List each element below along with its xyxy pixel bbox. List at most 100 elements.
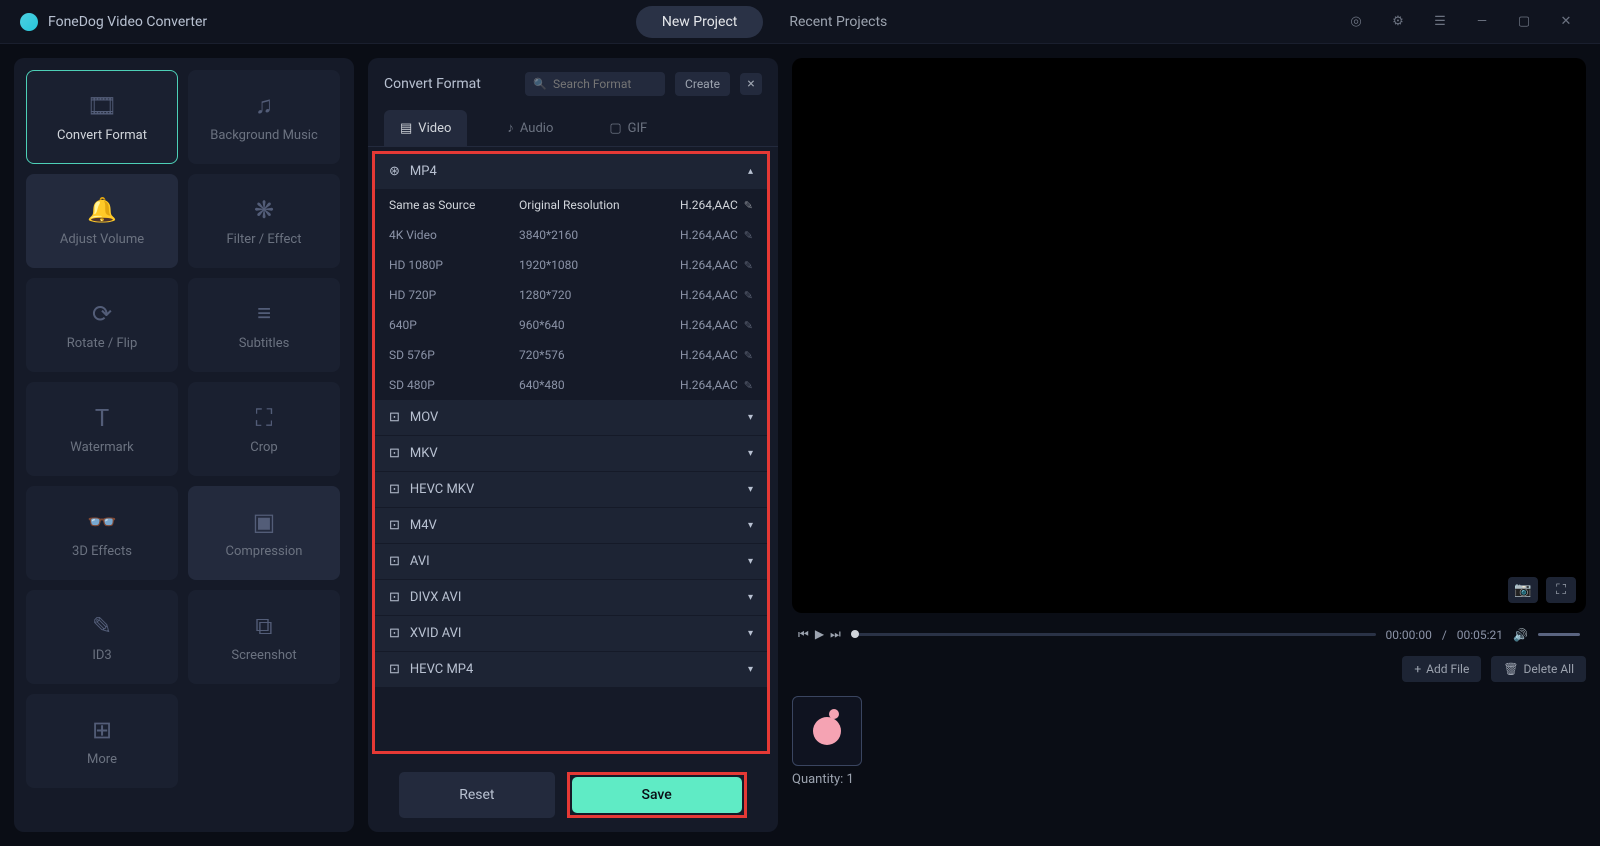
film-icon: ⊡: [389, 446, 400, 461]
tool-label: Watermark: [70, 440, 133, 455]
file-thumbnail[interactable]: [792, 696, 862, 766]
tool-label: Convert Format: [57, 128, 147, 143]
edit-icon[interactable]: ✎: [744, 229, 753, 242]
queue-area: Quantity: 1: [792, 692, 1586, 832]
format-group[interactable]: ⊡DIVX AVI▾: [375, 580, 767, 616]
menu-icon[interactable]: ☰: [1426, 12, 1454, 32]
snapshot-button[interactable]: 📷: [1508, 577, 1538, 603]
3d-icon: 👓: [84, 508, 120, 536]
tool-adjust-volume[interactable]: 🔔Adjust Volume: [26, 174, 178, 268]
delete-all-button[interactable]: 🗑Delete All: [1491, 656, 1586, 682]
edit-icon[interactable]: ✎: [744, 349, 753, 362]
group-label: AVI: [410, 554, 430, 569]
plus-icon: +: [1414, 662, 1421, 676]
edit-icon[interactable]: ✎: [744, 379, 753, 392]
format-panel: Convert Format Create × ▤Video ♪Audio ▢G…: [368, 58, 778, 832]
reset-button[interactable]: Reset: [399, 772, 554, 818]
preset-row[interactable]: 640P960*640H.264,AAC✎: [375, 310, 767, 340]
format-group[interactable]: ⊡MKV▾: [375, 436, 767, 472]
create-button[interactable]: Create: [675, 72, 730, 96]
search-format-input[interactable]: [525, 72, 665, 96]
format-tab-audio[interactable]: ♪Audio: [491, 110, 569, 146]
preset-codec: H.264,AAC✎: [669, 348, 753, 362]
close-panel-button[interactable]: ×: [740, 73, 762, 95]
preset-resolution: 960*640: [519, 318, 669, 332]
film-icon: ⊡: [389, 518, 400, 533]
volume-slider[interactable]: [1538, 633, 1580, 636]
preset-codec: H.264,AAC✎: [669, 318, 753, 332]
btn-label: Add File: [1426, 662, 1469, 676]
settings-icon[interactable]: ⚙: [1384, 12, 1412, 32]
edit-icon[interactable]: ✎: [744, 259, 753, 272]
format-group[interactable]: ⊡M4V▾: [375, 508, 767, 544]
preset-name: Same as Source: [389, 198, 519, 212]
preset-codec: H.264,AAC✎: [669, 258, 753, 272]
mute-button[interactable]: 🔊: [1513, 628, 1528, 642]
maximize-button[interactable]: ▢: [1510, 12, 1538, 32]
chevron-up-icon: ▴: [748, 166, 753, 177]
format-group[interactable]: ⊡MOV▾: [375, 400, 767, 436]
progress-bar[interactable]: [851, 633, 1376, 636]
tool-more[interactable]: ⊞More: [26, 694, 178, 788]
tool-3d-effects[interactable]: 👓3D Effects: [26, 486, 178, 580]
group-label: MKV: [410, 446, 438, 461]
edit-icon[interactable]: ✎: [744, 199, 753, 212]
format-group[interactable]: ⊡XVID AVI▾: [375, 616, 767, 652]
video-preview[interactable]: 📷 ⛶: [792, 58, 1586, 613]
format-tab-gif[interactable]: ▢GIF: [593, 110, 663, 146]
tool-background-music[interactable]: ♫Background Music: [188, 70, 340, 164]
save-highlight: Save: [567, 772, 747, 818]
gif-icon: ▢: [609, 121, 621, 136]
format-group-mp4[interactable]: ⊛MP4▴: [375, 154, 767, 190]
chevron-down-icon: ▾: [748, 664, 753, 675]
tab-new-project[interactable]: New Project: [636, 6, 764, 38]
time-total: 00:05:21: [1457, 628, 1503, 642]
preset-name: SD 576P: [389, 348, 519, 362]
minimize-button[interactable]: —: [1468, 12, 1496, 32]
trash-icon: 🗑: [1503, 662, 1518, 676]
tab-recent-projects[interactable]: Recent Projects: [763, 6, 913, 38]
crop-icon: ⛶: [246, 404, 282, 432]
group-label: HEVC MP4: [410, 662, 473, 677]
edit-icon[interactable]: ✎: [744, 289, 753, 302]
film-icon: ⊛: [389, 164, 400, 179]
film-icon: ⊡: [389, 662, 400, 677]
tool-convert-format[interactable]: 🎞Convert Format: [26, 70, 178, 164]
tab-label: Audio: [520, 121, 553, 136]
tool-subtitles[interactable]: ≡Subtitles: [188, 278, 340, 372]
preset-row[interactable]: SD 480P640*480H.264,AAC✎: [375, 370, 767, 400]
preset-row[interactable]: HD 1080P1920*1080H.264,AAC✎: [375, 250, 767, 280]
account-icon[interactable]: ◎: [1342, 12, 1370, 32]
preset-resolution: 3840*2160: [519, 228, 669, 242]
tool-id3[interactable]: ✎ID3: [26, 590, 178, 684]
prev-button[interactable]: ⏮: [798, 627, 809, 642]
close-button[interactable]: ✕: [1552, 12, 1580, 32]
tab-label: Video: [418, 121, 451, 136]
tool-compression[interactable]: ▣Compression: [188, 486, 340, 580]
preset-row[interactable]: 4K Video3840*2160H.264,AAC✎: [375, 220, 767, 250]
preset-row[interactable]: Same as SourceOriginal ResolutionH.264,A…: [375, 190, 767, 220]
player-controls: ⏮ ▶ ⏭ 00:00:00 / 00:05:21 🔊: [792, 623, 1586, 646]
format-group[interactable]: ⊡HEVC MKV▾: [375, 472, 767, 508]
fullscreen-button[interactable]: ⛶: [1546, 577, 1576, 603]
format-group[interactable]: ⊡ HEVC MP4 ▾: [375, 652, 767, 688]
save-button[interactable]: Save: [572, 777, 742, 813]
next-button[interactable]: ⏭: [830, 627, 841, 642]
format-group[interactable]: ⊡AVI▾: [375, 544, 767, 580]
edit-icon[interactable]: ✎: [744, 319, 753, 332]
preset-name: SD 480P: [389, 378, 519, 392]
filter-icon: ❋: [246, 196, 282, 224]
preset-row[interactable]: SD 576P720*576H.264,AAC✎: [375, 340, 767, 370]
subtitles-icon: ≡: [246, 300, 282, 328]
tool-watermark[interactable]: TWatermark: [26, 382, 178, 476]
play-button[interactable]: ▶: [815, 627, 824, 642]
tool-filter-effect[interactable]: ❋Filter / Effect: [188, 174, 340, 268]
tool-crop[interactable]: ⛶Crop: [188, 382, 340, 476]
tool-rotate-flip[interactable]: ⟳Rotate / Flip: [26, 278, 178, 372]
quantity-label: Quantity: 1: [792, 772, 1586, 787]
format-tab-video[interactable]: ▤Video: [384, 110, 467, 146]
tool-screenshot[interactable]: ⧉Screenshot: [188, 590, 340, 684]
add-file-button[interactable]: + Add File: [1402, 656, 1481, 682]
tool-label: More: [87, 752, 117, 767]
preset-row[interactable]: HD 720P1280*720H.264,AAC✎: [375, 280, 767, 310]
